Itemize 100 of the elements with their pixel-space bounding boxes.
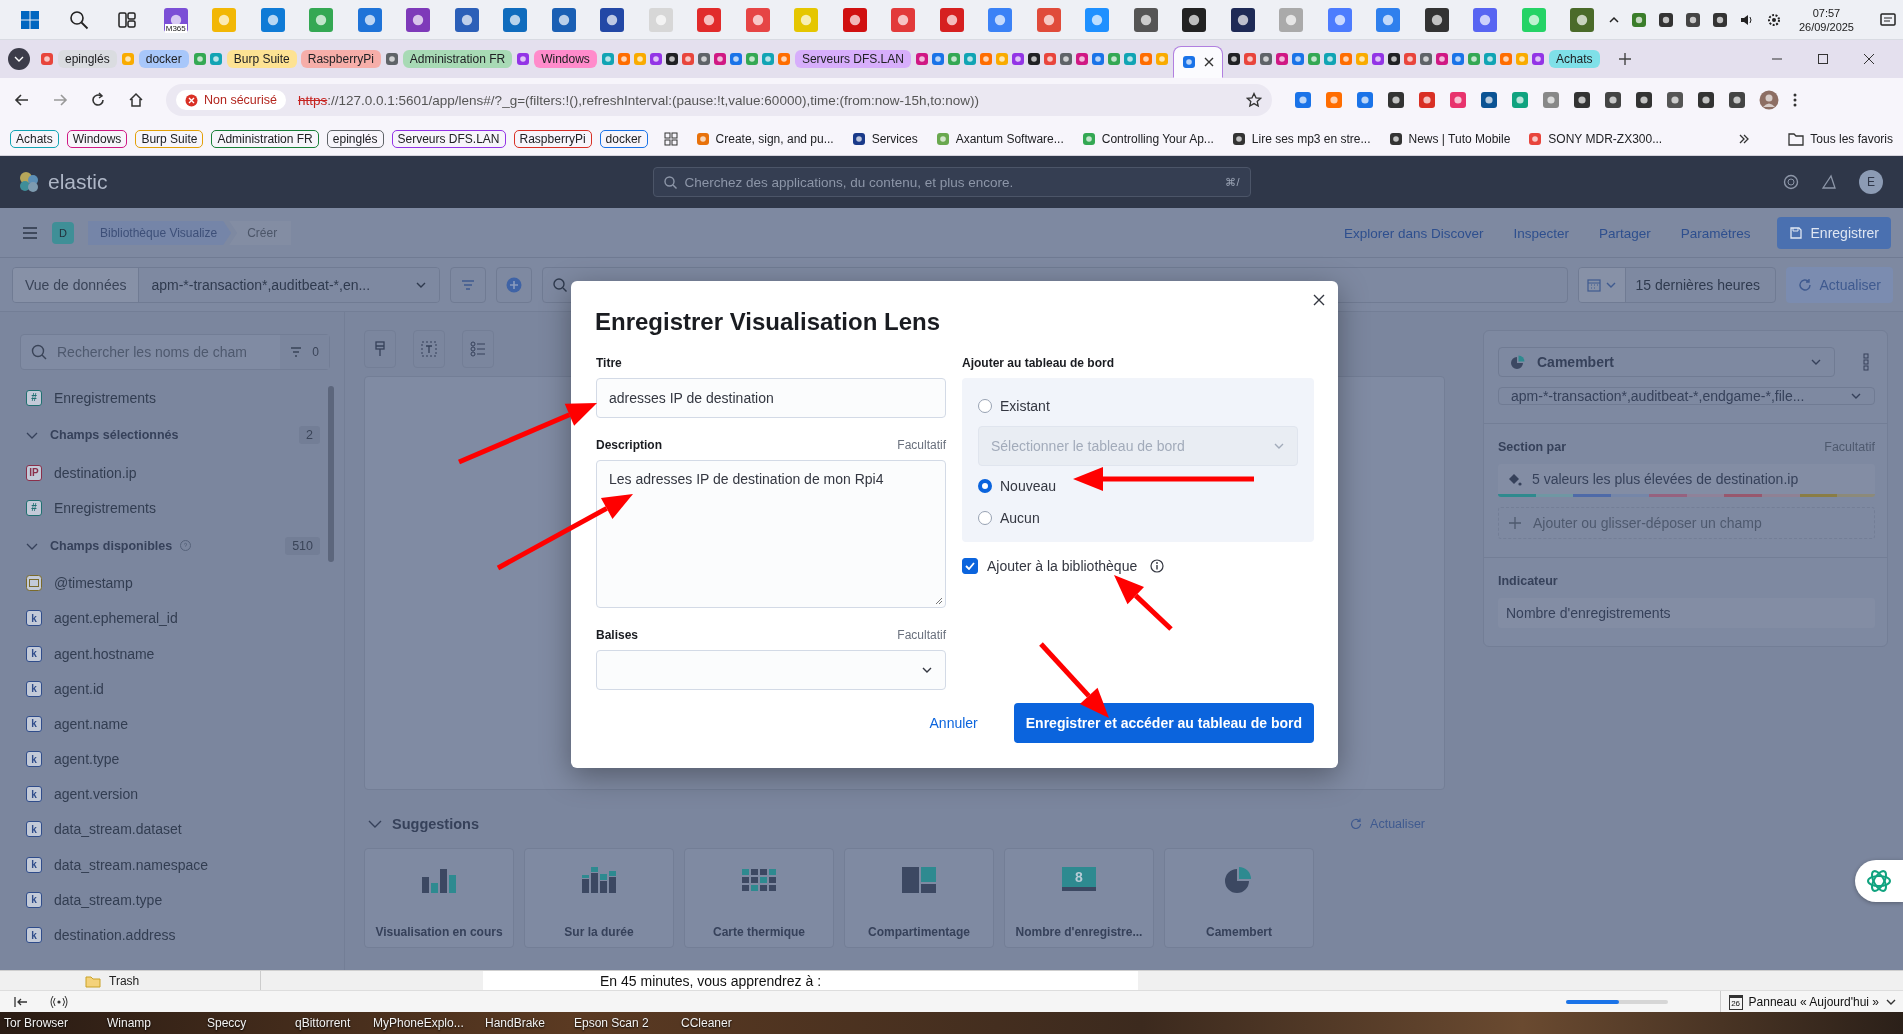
bookmark-link[interactable]: Axantum Software... [935, 132, 1064, 146]
forward-icon[interactable] [52, 92, 68, 108]
title-input[interactable]: adresses IP de destination [596, 378, 946, 418]
tab-favicon-icon[interactable] [664, 52, 679, 66]
metric-button[interactable]: Nombre d'enregistrements [1498, 598, 1875, 628]
close-icon[interactable] [1863, 53, 1875, 65]
close-icon[interactable] [1312, 293, 1326, 307]
folder-label[interactable]: Trash [109, 974, 140, 988]
bookmark-group-chip[interactable]: docker [599, 130, 648, 148]
dimension-button[interactable]: 5 valeurs les plus élevées de destination.ip [1498, 464, 1875, 497]
tab-group-chip[interactable]: Serveurs DFS.LAN [794, 50, 911, 68]
field-list-item[interactable]: # Enregistrements [20, 490, 320, 526]
settings-icon[interactable] [1765, 12, 1782, 28]
tab-search-button[interactable] [8, 48, 30, 70]
field-list-item[interactable]: k data_stream.namespace [20, 847, 320, 883]
menu-dots-icon[interactable] [1792, 92, 1798, 108]
bookmark-star-icon[interactable] [1246, 92, 1262, 108]
radio-button[interactable] [978, 399, 992, 413]
extension-icon[interactable] [1635, 91, 1653, 109]
back-icon[interactable] [14, 92, 30, 108]
field-list-item[interactable]: k agent.name [20, 706, 320, 742]
help-icon[interactable] [1783, 174, 1799, 190]
field-list-item[interactable]: @timestamp [20, 565, 320, 601]
app-icon[interactable] [1181, 7, 1208, 33]
description-textarea[interactable]: Les adresses IP de destination de mon Rpi4 [596, 460, 946, 608]
browser-tab[interactable] [1172, 46, 1223, 78]
field-list-item[interactable]: k agent.id [20, 671, 320, 707]
bookmark-group-chip[interactable]: Administration FR [211, 130, 319, 148]
extension-icon[interactable] [1480, 91, 1498, 109]
apps-grid-icon[interactable] [663, 132, 678, 146]
elastic-logo-icon[interactable] [18, 171, 40, 193]
menu-icon[interactable] [22, 226, 38, 240]
checkbox[interactable] [962, 558, 978, 574]
tab-group-chip[interactable]: Administration FR [402, 50, 513, 68]
bookmark-group-chip[interactable]: Serveurs DFS.LAN [391, 130, 506, 148]
field-list-item[interactable]: k agent.ephemeral_id [20, 600, 320, 636]
desktop-shortcut-label[interactable]: Epson Scan 2 [574, 1016, 681, 1030]
search-icon[interactable] [68, 10, 89, 30]
chart-type-select[interactable]: Camembert [1498, 347, 1835, 377]
extension-icon[interactable] [1697, 91, 1715, 109]
suggestion-card[interactable]: 8 Nombre d'enregistre... [1004, 848, 1154, 948]
tray-icon[interactable] [1657, 12, 1674, 28]
profile-avatar-icon[interactable] [1759, 90, 1779, 110]
bookmark-group-chip[interactable]: Achats [10, 130, 59, 148]
tray-icon[interactable] [1711, 12, 1728, 28]
desktop-shortcut-label[interactable]: Speccy [207, 1016, 295, 1030]
field-list-item[interactable]: k agent.version [20, 776, 320, 812]
task-view-icon[interactable] [117, 10, 138, 30]
desktop-shortcut-label[interactable]: Winamp [107, 1016, 207, 1030]
app-icon[interactable] [1229, 7, 1256, 33]
bookmark-link[interactable]: Create, sign, and pu... [695, 132, 834, 146]
space-avatar[interactable]: D [52, 222, 74, 244]
extension-icon[interactable] [1666, 91, 1684, 109]
tab-favicon-icon[interactable] [1386, 52, 1401, 66]
radio-option[interactable]: Aucun [978, 506, 1298, 530]
save-button[interactable]: Enregistrer [1776, 217, 1891, 249]
suggestion-card[interactable]: Carte thermique [684, 848, 834, 948]
bookmark-link[interactable]: News | Tuto Mobile [1388, 132, 1511, 146]
new-tab-icon[interactable] [1617, 52, 1632, 66]
security-chip[interactable]: Non sécurisé [176, 90, 286, 110]
address-field[interactable]: Non sécurisé https://127.0.0.1:5601/app/lens#/?_g=(filters:!(),refreshInterval:(pause:!t,value:60000),time:(from:now-15h,to:now)) [166, 84, 1272, 116]
broadcast-icon[interactable] [50, 996, 68, 1008]
bookmark-group-chip[interactable]: RaspberryPi [513, 130, 592, 148]
bookmark-group-chip[interactable]: Windows [66, 130, 128, 148]
home-icon[interactable] [128, 92, 144, 108]
app-icon[interactable] [1423, 7, 1450, 33]
extension-icon[interactable] [1604, 91, 1622, 109]
bookmark-group-chip[interactable]: epinglés [326, 130, 384, 148]
suggestion-card[interactable]: Sur la durée [524, 848, 674, 948]
radio-option[interactable]: Existant [978, 394, 1298, 418]
tab-favicon-icon[interactable] [1226, 52, 1241, 66]
field-list-item[interactable]: k destination.address [20, 917, 320, 953]
data-view-select[interactable]: apm-*-transaction*,auditbeat-*,endgame-*,file... [1498, 387, 1875, 405]
app-icon[interactable] [599, 7, 626, 33]
radio-button[interactable] [978, 479, 992, 493]
desktop-shortcut-label[interactable]: Tor Browser [4, 1016, 107, 1030]
radio-button[interactable] [978, 511, 992, 525]
user-avatar[interactable]: E [1859, 170, 1883, 194]
field-list-item[interactable]: IP destination.ip [20, 455, 320, 491]
field-list-item[interactable]: k agent.type [20, 741, 320, 777]
extension-icon[interactable] [1387, 91, 1405, 109]
bookmark-group-chip[interactable]: Burp Suite [135, 130, 204, 148]
tab-group-chip[interactable]: RaspberryPi [300, 50, 381, 68]
all-bookmarks-link[interactable]: Tous les favoris [1788, 132, 1893, 146]
cancel-link[interactable]: Annuler [929, 715, 978, 731]
data-view-picker[interactable]: Vue de données apm-*-transaction*,auditbeat-*,en... [12, 267, 440, 303]
suggestion-card[interactable]: Camembert [1164, 848, 1314, 948]
tab-favicon-icon[interactable] [1026, 52, 1041, 66]
desktop-shortcut-label[interactable]: MyPhoneExplo... [373, 1016, 485, 1030]
windows-start-icon[interactable] [20, 10, 41, 30]
bookmark-link[interactable]: Services [851, 132, 918, 146]
scrollbar-thumb[interactable] [328, 386, 334, 562]
maximize-icon[interactable] [1817, 53, 1829, 65]
global-search-field[interactable]: Cherchez des applications, du contenu, et plus encore. ⌘/ [652, 167, 1251, 197]
tab-group-chip[interactable]: Burp Suite [226, 50, 297, 68]
field-list-item[interactable]: k agent.hostname [20, 635, 320, 672]
bookmark-link[interactable]: Controlling Your Ap... [1081, 132, 1214, 146]
field-list-item[interactable]: k data_stream.dataset [20, 811, 320, 848]
tab-group-chip[interactable]: docker [138, 50, 189, 68]
info-icon[interactable] [1150, 559, 1165, 573]
